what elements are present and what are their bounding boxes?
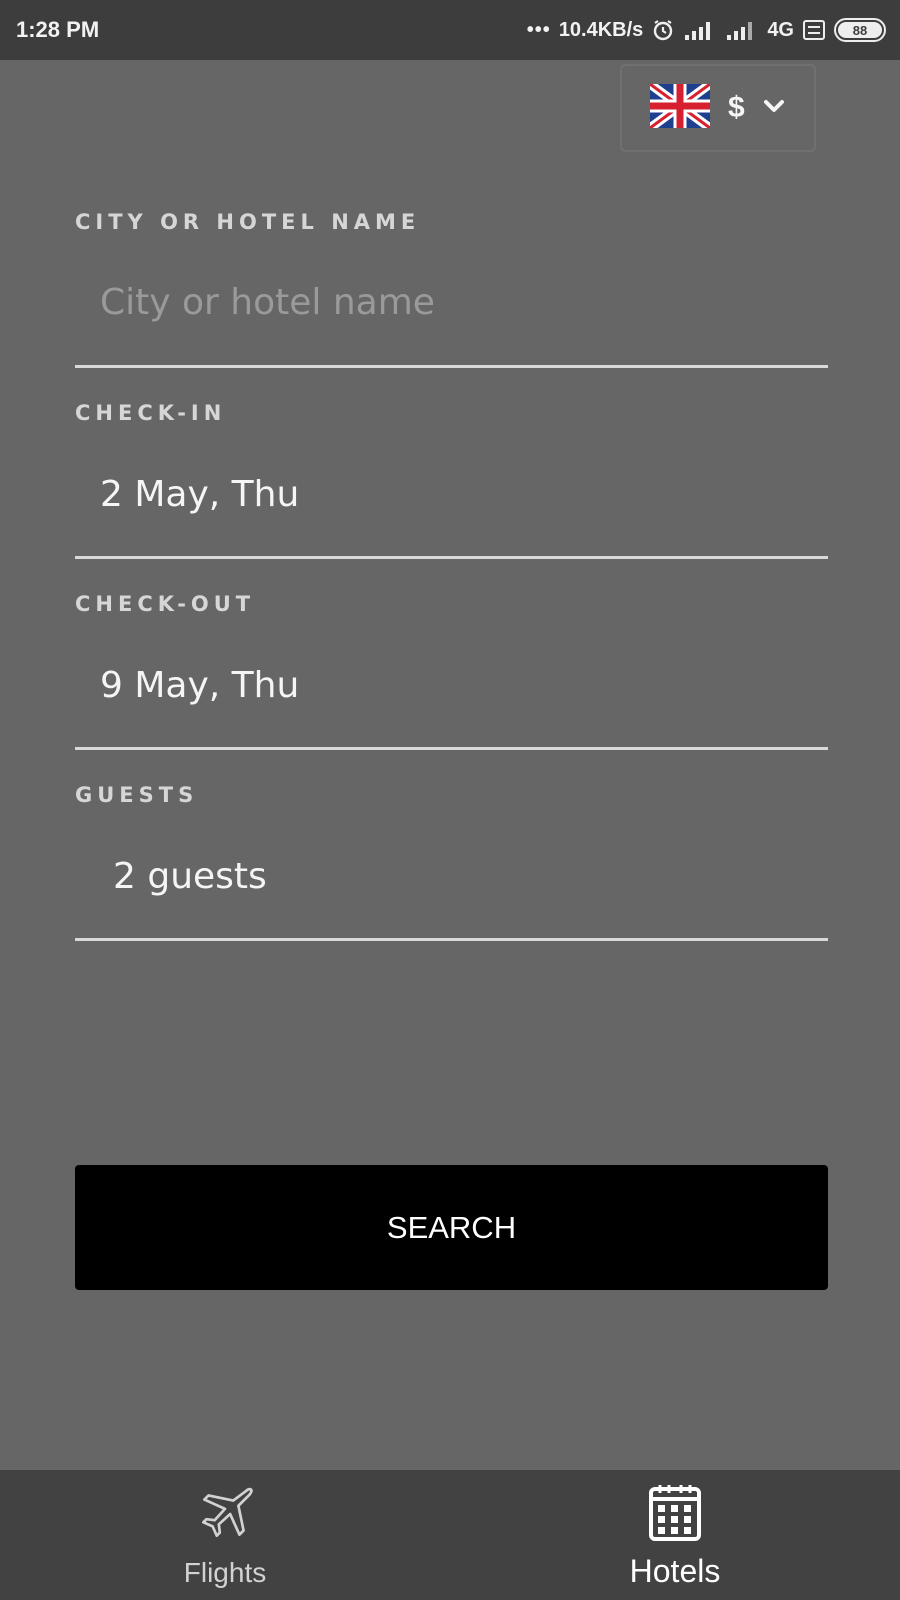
dots-icon: ••• (526, 18, 551, 41)
uk-flag-icon (647, 80, 713, 132)
chevron-down-icon (763, 98, 785, 118)
guests-field[interactable]: GUESTS 2 guests (75, 783, 828, 941)
check-in-date[interactable]: 2 May, Thu (75, 431, 828, 559)
check-in-field[interactable]: CHECK-IN 2 May, Thu (75, 401, 828, 559)
destination-label: CITY OR HOTEL NAME (75, 210, 421, 234)
status-bar: 1:28 PM ••• 10.4KB/s 4G 88 (0, 0, 900, 60)
destination-field: CITY OR HOTEL NAME (75, 210, 828, 368)
net-speed: 10.4KB/s (558, 18, 644, 41)
nav-label-flights: Flights (183, 1557, 267, 1588)
airplane-icon (192, 1481, 258, 1551)
guests-label: GUESTS (75, 783, 199, 807)
currency-selector[interactable]: $ (620, 64, 816, 152)
search-button[interactable]: SEARCH (75, 1165, 828, 1290)
building-icon (645, 1481, 705, 1547)
signal-icon (725, 19, 759, 41)
bottom-nav: Flights Hotels (0, 1470, 900, 1600)
battery-level: 88 (838, 22, 882, 38)
guests-value[interactable]: 2 guests (75, 813, 828, 941)
nav-label-hotels: Hotels (629, 1552, 721, 1589)
volte-icon (802, 18, 826, 42)
check-out-label: CHECK-OUT (75, 592, 256, 616)
signal-icon (683, 19, 717, 41)
nav-item-hotels[interactable]: Hotels (450, 1470, 900, 1600)
currency-symbol: $ (728, 91, 745, 124)
battery-icon: 88 (834, 18, 886, 42)
network-type: 4G (767, 18, 794, 41)
status-time: 1:28 PM (16, 17, 100, 42)
check-in-label: CHECK-IN (75, 401, 227, 425)
alarm-icon (651, 18, 675, 42)
status-icons: ••• 10.4KB/s 4G 88 (527, 18, 886, 42)
check-out-date[interactable]: 9 May, Thu (75, 622, 828, 750)
destination-input[interactable] (75, 240, 828, 368)
nav-item-flights[interactable]: Flights (0, 1470, 450, 1600)
check-out-field[interactable]: CHECK-OUT 9 May, Thu (75, 592, 828, 750)
